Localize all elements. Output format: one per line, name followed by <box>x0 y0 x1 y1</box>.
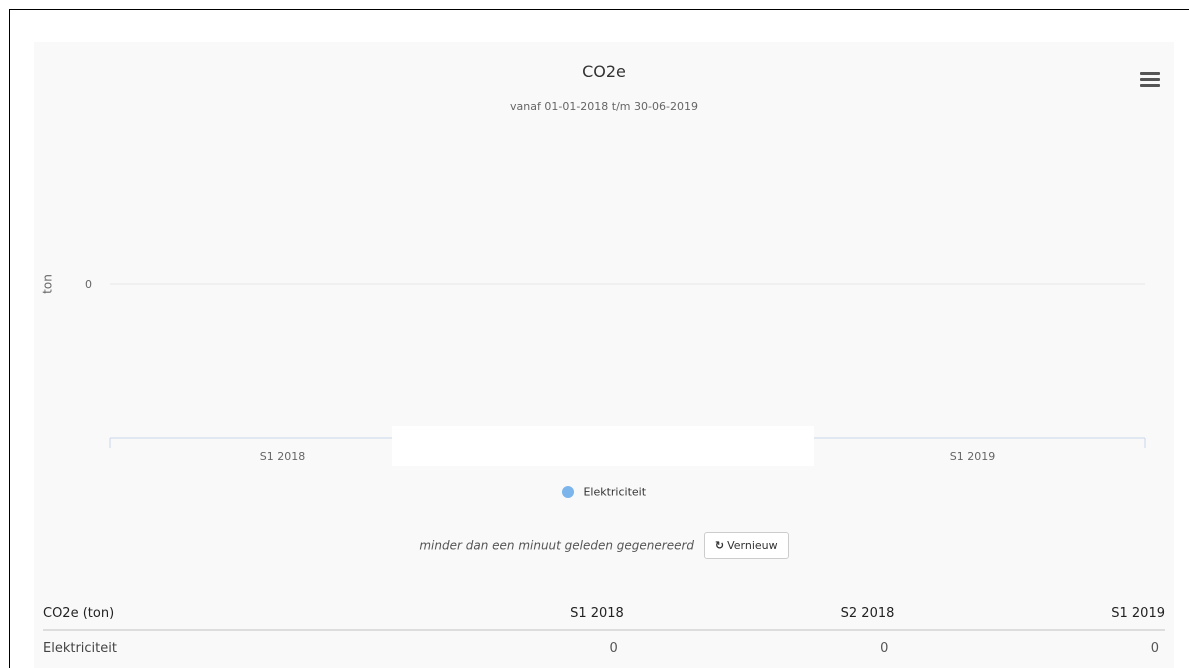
y-tick-label: 0 <box>85 278 92 291</box>
generated-text: minder dan een minuut geleden gegenereer… <box>419 538 695 553</box>
overlay-blank <box>392 426 814 466</box>
data-table: CO2e (ton) S1 2018 S2 2018 S1 2019 Elekt… <box>43 598 1165 664</box>
table-cell: 0 <box>880 641 889 656</box>
chart-plot: ton0S1 2018S2 2018S1 2019 <box>41 274 1146 463</box>
table-cell: Elektriciteit <box>43 641 117 656</box>
table-cell: 0 <box>1150 641 1159 656</box>
y-axis-label: ton <box>41 274 55 294</box>
refresh-button[interactable]: ↻ Vernieuw <box>703 532 789 559</box>
legend-marker <box>561 486 574 498</box>
legend-label: Elektriciteit <box>583 485 647 499</box>
table-header-row: CO2e (ton) S1 2018 S2 2018 S1 2019 <box>43 598 1165 631</box>
chart-panel: CO2e vanaf 01-01-2018 t/m 30-06-2019 ton… <box>34 42 1174 668</box>
table-header-cell: CO2e (ton) <box>43 598 354 631</box>
refresh-button-label: Vernieuw <box>727 539 778 552</box>
refresh-icon: ↻ <box>714 539 725 552</box>
generated-row: minder dan een minuut geleden gegenereer… <box>34 532 1174 559</box>
table-header-cell: S2 2018 <box>623 598 895 631</box>
table-header-cell: S1 2019 <box>894 598 1165 631</box>
table-row: Elektriciteit 0 0 0 <box>43 630 1165 664</box>
legend-item-elektriciteit[interactable]: Elektriciteit <box>34 485 1174 499</box>
x-tick-label: S1 2018 <box>260 450 305 463</box>
table-cell: 0 <box>609 641 618 656</box>
x-tick-label: S1 2019 <box>950 450 995 463</box>
table-header-cell: S1 2018 <box>353 598 624 631</box>
